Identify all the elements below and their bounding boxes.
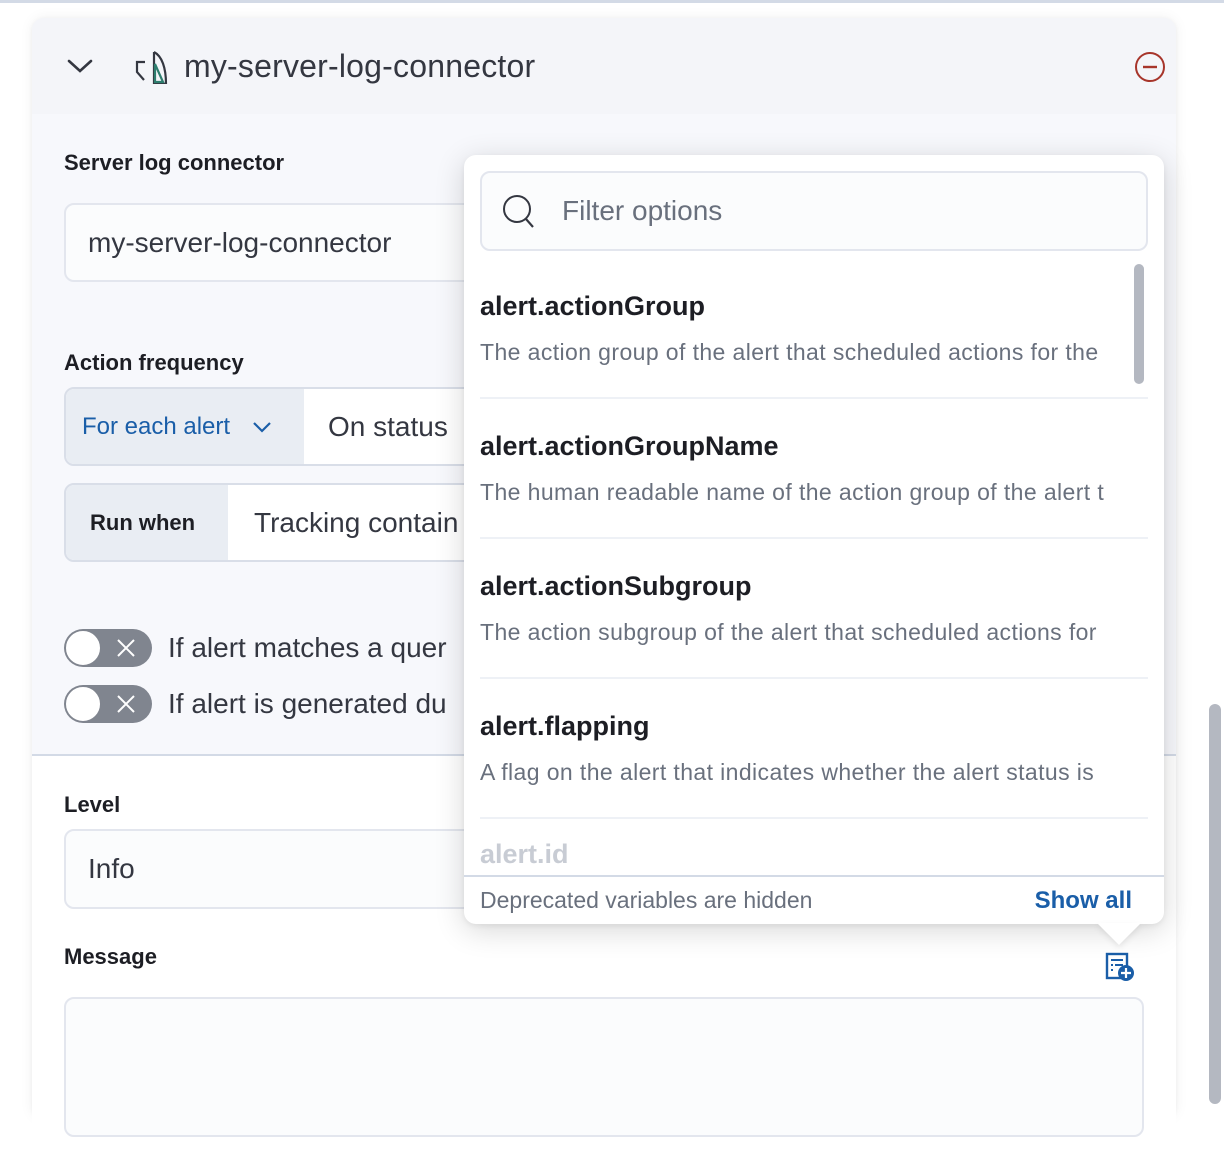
variable-item[interactable]: alert.actionGroup The action group of th…: [480, 259, 1148, 399]
variable-description: The action subgroup of the alert that sc…: [480, 619, 1097, 645]
server-log-connector-label: Server log connector: [64, 150, 285, 175]
cross-icon: [117, 695, 135, 713]
frequency-select[interactable]: For each alert: [66, 389, 304, 464]
run-when-select[interactable]: Tracking contain: [254, 485, 458, 560]
frequency-status-select[interactable]: On status: [328, 389, 448, 464]
alert-timeframe-toggle[interactable]: [64, 685, 152, 723]
chevron-down-icon[interactable]: [66, 56, 94, 76]
alert-query-toggle-label: If alert matches a quer: [168, 632, 447, 663]
show-all-link[interactable]: Show all: [1035, 887, 1132, 915]
action-frequency-label: Action frequency: [64, 350, 244, 375]
filter-options-field: [480, 171, 1148, 251]
variable-name: alert.id: [480, 839, 569, 869]
action-frequency-group: For each alert On status: [64, 387, 494, 466]
variable-name: alert.actionSubgroup: [480, 571, 752, 601]
variable-item[interactable]: alert.actionSubgroup The action subgroup…: [480, 539, 1148, 679]
server-log-connector-icon: [135, 51, 168, 84]
variable-name: alert.actionGroup: [480, 291, 706, 321]
run-when-label: Run when: [66, 485, 228, 560]
toggle-row-query: If alert matches a quer: [64, 628, 494, 668]
variable-description: A flag on the alert that indicates wheth…: [480, 759, 1095, 785]
variable-item[interactable]: alert.actionGroupName The human readable…: [480, 399, 1148, 539]
deprecated-note: Deprecated variables are hidden: [480, 887, 813, 913]
page-scrollbar[interactable]: [1209, 704, 1221, 1104]
message-label: Message: [64, 944, 157, 969]
variable-description: The action group of the alert that sched…: [480, 339, 1099, 365]
alert-query-toggle[interactable]: [64, 629, 152, 667]
frequency-select-value: For each alert: [82, 412, 231, 440]
filter-options-input[interactable]: [560, 173, 1130, 249]
toggle-row-timeframe: If alert is generated du: [64, 684, 494, 724]
connector-select[interactable]: my-server-log-connector: [64, 203, 494, 282]
remove-action-icon[interactable]: [1134, 51, 1166, 83]
add-variable-icon[interactable]: [1104, 952, 1136, 982]
top-divider: [0, 0, 1224, 3]
alert-timeframe-toggle-label: If alert is generated du: [168, 688, 447, 719]
toggle-knob: [65, 630, 101, 666]
variables-list: alert.actionGroup The action group of th…: [480, 259, 1148, 875]
variable-item[interactable]: alert.flapping A flag on the alert that …: [480, 679, 1148, 819]
run-when-group: Run when Tracking contain: [64, 483, 494, 562]
variable-name: alert.flapping: [480, 711, 650, 741]
message-textarea[interactable]: [64, 997, 1144, 1137]
action-card-header: my-server-log-connector: [32, 18, 1176, 114]
variable-item[interactable]: alert.id: [480, 819, 1148, 875]
variables-popover: alert.actionGroup The action group of th…: [464, 155, 1164, 924]
search-icon: [503, 195, 534, 228]
variable-description: The human readable name of the action gr…: [480, 479, 1105, 505]
chevron-down-icon: [253, 421, 271, 433]
cross-icon: [117, 639, 135, 657]
toggle-knob: [65, 686, 101, 722]
level-label: Level: [64, 792, 121, 817]
popover-arrow: [1097, 923, 1141, 945]
variable-name: alert.actionGroupName: [480, 431, 779, 461]
popover-footer: Deprecated variables are hidden Show all: [464, 875, 1164, 924]
variables-list-scrollbar[interactable]: [1134, 264, 1144, 384]
connector-title: my-server-log-connector: [184, 48, 536, 84]
